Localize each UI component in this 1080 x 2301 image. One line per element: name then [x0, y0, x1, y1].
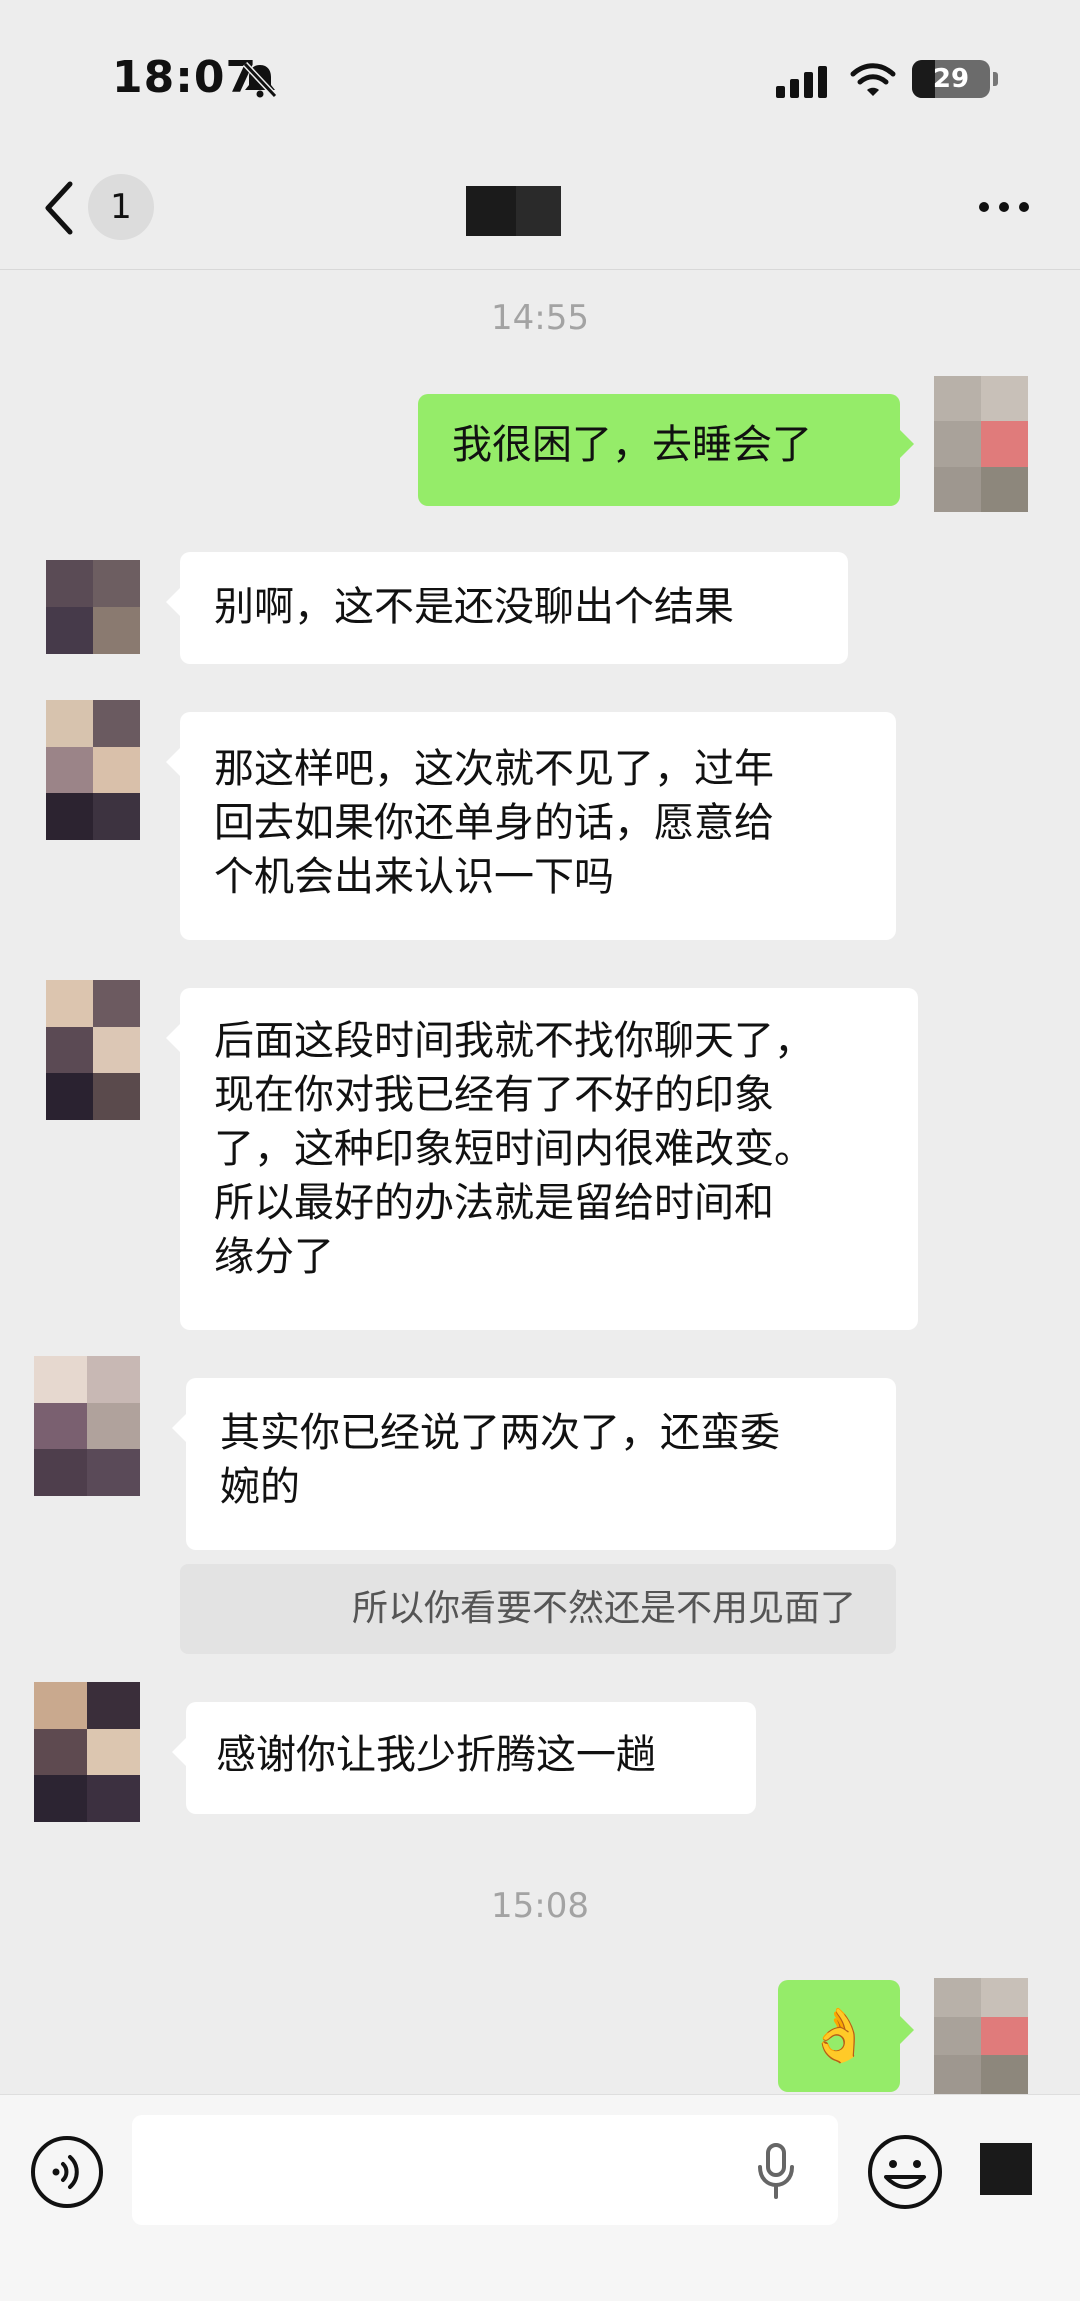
- message-line: 个机会出来认识一下吗: [214, 854, 614, 900]
- voice-icon[interactable]: [30, 2135, 104, 2209]
- contact-avatar[interactable]: [46, 560, 140, 654]
- message-line: 回去如果你还单身的话，愿意给: [214, 800, 774, 846]
- quoted-message[interactable]: 所以你看要不然还是不用见面了: [180, 1564, 896, 1654]
- incoming-message-bubble[interactable]: 那这样吧，这次就不见了，过年 回去如果你还单身的话，愿意给 个机会出来认识一下吗: [166, 712, 896, 940]
- more-icon[interactable]: [976, 192, 1032, 222]
- message-timestamp: 14:55: [491, 298, 589, 338]
- contact-avatar[interactable]: [34, 1356, 140, 1496]
- ok-hand-emoji: 👌: [806, 2006, 872, 2066]
- plus-icon[interactable]: [980, 2143, 1032, 2195]
- battery-percent: 29: [932, 64, 970, 94]
- emoji-icon[interactable]: [866, 2133, 944, 2211]
- message-line: 现在你对我已经有了不好的印象: [214, 1072, 774, 1118]
- message-line: 缘分了: [214, 1234, 334, 1280]
- message-line: 婉的: [220, 1464, 300, 1510]
- back-chevron-icon[interactable]: [40, 176, 80, 240]
- outgoing-message-bubble[interactable]: 👌: [778, 1980, 914, 2092]
- message-timestamp: 15:08: [491, 1886, 589, 1926]
- chat-header: 1: [0, 150, 1080, 270]
- signal-icon: [776, 66, 827, 98]
- battery-icon: 29: [912, 60, 990, 98]
- status-time: 18:07: [112, 52, 258, 103]
- incoming-message-bubble[interactable]: 其实你已经说了两次了，还蛮委 婉的: [172, 1378, 896, 1550]
- incoming-message-bubble[interactable]: 后面这段时间我就不找你聊天了， 现在你对我已经有了不好的印象 了，这种印象短时间…: [166, 988, 918, 1330]
- incoming-message-bubble[interactable]: 别啊，这不是还没聊出个结果: [166, 552, 848, 664]
- wifi-icon: [850, 63, 896, 96]
- my-avatar[interactable]: [934, 1978, 1028, 2094]
- my-avatar[interactable]: [934, 376, 1028, 512]
- message-line: 了，这种印象短时间内很难改变。: [214, 1126, 814, 1172]
- status-bar: 18:07 29: [0, 0, 1080, 150]
- bell-muted-icon: [242, 61, 278, 99]
- chat-title-redacted: [466, 186, 561, 236]
- battery-cap: [993, 72, 998, 86]
- message-line: 那这样吧，这次就不见了，过年: [214, 746, 774, 792]
- message-text: 感谢你让我少折腾这一趟: [216, 1732, 656, 1778]
- message-input[interactable]: [132, 2115, 838, 2225]
- contact-avatar[interactable]: [46, 700, 140, 840]
- unread-count-badge[interactable]: 1: [88, 174, 154, 240]
- message-text: 别啊，这不是还没聊出个结果: [214, 584, 734, 630]
- message-line: 所以最好的办法就是留给时间和: [214, 1180, 774, 1226]
- message-text: 我很困了，去睡会了: [452, 422, 812, 468]
- contact-avatar[interactable]: [34, 1682, 140, 1822]
- incoming-message-bubble[interactable]: 感谢你让我少折腾这一趟: [172, 1702, 756, 1814]
- outgoing-message-bubble[interactable]: 我很困了，去睡会了: [418, 394, 914, 506]
- message-line: 其实你已经说了两次了，还蛮委: [220, 1410, 780, 1456]
- input-bar: [0, 2094, 1080, 2301]
- mic-icon[interactable]: [756, 2143, 796, 2199]
- message-line: 后面这段时间我就不找你聊天了，: [214, 1018, 814, 1064]
- contact-avatar[interactable]: [46, 980, 140, 1120]
